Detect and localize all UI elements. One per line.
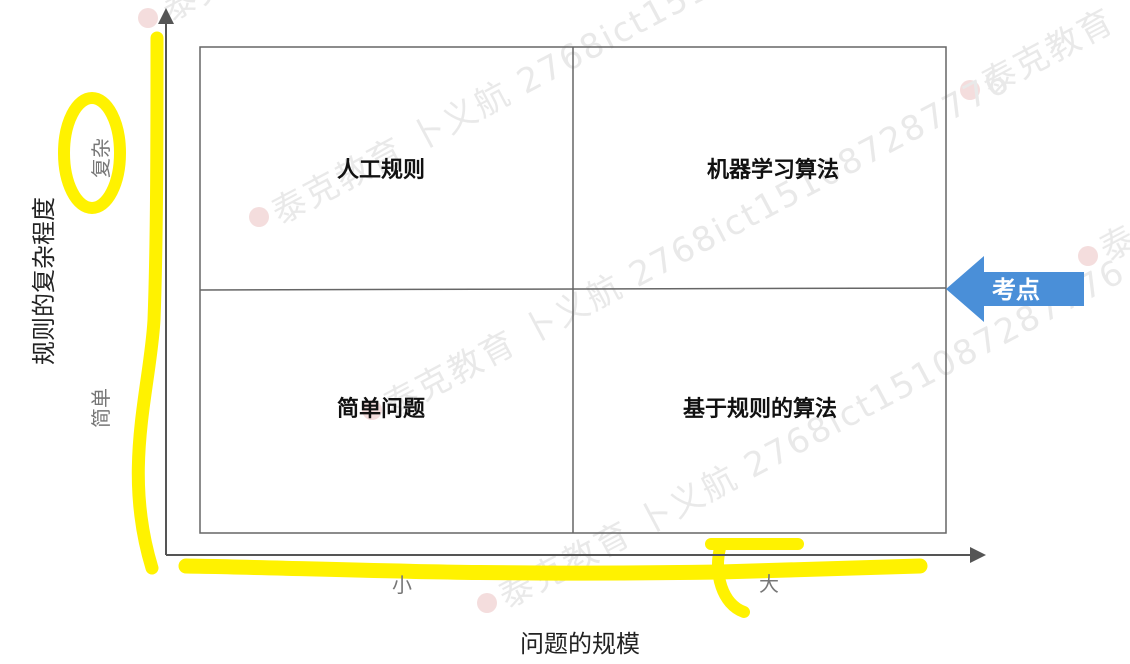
horizontal-divider <box>199 287 947 291</box>
quadrant-bottom-left-label: 简单问题 <box>337 396 426 422</box>
quadrant-grid <box>199 46 947 534</box>
y-axis-title: 规则的复杂程度 <box>30 197 58 365</box>
axes <box>158 8 986 563</box>
watermark-logo <box>249 207 269 227</box>
x-axis-highlight <box>178 558 928 581</box>
y-axis-highlight <box>131 31 164 575</box>
quadrant-diagram: 泰克教育 卜义航 2768ict151087287776 泰克教育 卜义航 27… <box>30 0 1130 658</box>
yellow-highlights <box>58 31 928 618</box>
quadrant-top-left-label: 人工规则 <box>337 158 425 183</box>
x-axis-arrow <box>970 547 986 563</box>
diagram-canvas: 泰克教育 卜义航 2768ict151087287776 泰克教育 卜义航 27… <box>0 0 1130 664</box>
callout-label: 考点 <box>992 276 1040 304</box>
watermark-logo <box>477 593 497 613</box>
quadrant-top-right-label: 机器学习算法 <box>707 157 839 183</box>
watermark-logo <box>1078 246 1098 266</box>
y-axis-low-label: 简单 <box>89 388 113 428</box>
quadrant-bottom-right-label: 基于规则的算法 <box>683 396 837 422</box>
x-axis-low-label: 小 <box>392 573 412 597</box>
y-axis-high-label: 复杂 <box>89 138 113 178</box>
x-axis-title: 问题的规模 <box>520 630 640 658</box>
watermark-logo <box>138 8 158 28</box>
x-axis-high-label: 大 <box>759 572 779 596</box>
